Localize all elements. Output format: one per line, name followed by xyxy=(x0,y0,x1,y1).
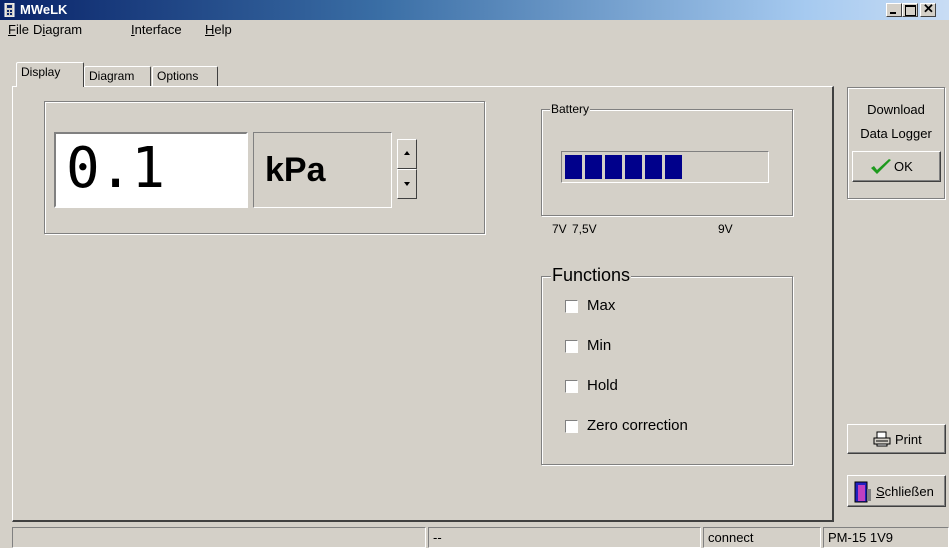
menu-bar: File Diagram Interface Help xyxy=(0,20,949,40)
window-title: MWeLK xyxy=(20,2,68,17)
print-button[interactable]: Print xyxy=(847,424,946,454)
battery-segment xyxy=(585,155,602,179)
tab-diagram[interactable]: Diagram xyxy=(84,66,151,86)
functions-group-label: Functions xyxy=(551,264,632,286)
checkbox-max-label[interactable]: Max xyxy=(587,297,615,314)
tab-label: Display xyxy=(21,65,61,79)
battery-group-label: Battery xyxy=(550,102,591,116)
menu-diagram[interactable]: Diagram xyxy=(33,22,82,37)
checkbox-zero-correction-label[interactable]: Zero correction xyxy=(587,417,688,434)
checkmark-icon xyxy=(871,159,891,174)
checkbox-zero-correction[interactable] xyxy=(565,420,578,433)
unit-label: kPa xyxy=(265,151,326,189)
status-device: PM-15 1V9 xyxy=(823,527,949,548)
battery-tick-label: 7V xyxy=(552,222,567,236)
app-icon[interactable] xyxy=(3,3,16,17)
status-field-1 xyxy=(12,527,426,548)
download-label: Download xyxy=(867,102,925,117)
checkbox-max[interactable] xyxy=(565,300,578,313)
status-connection: connect xyxy=(703,527,821,548)
menu-interface[interactable]: Interface xyxy=(131,22,182,37)
maximize-button[interactable] xyxy=(902,3,918,17)
title-bar[interactable]: MWeLK ✕ xyxy=(0,0,949,20)
unit-down-button[interactable] xyxy=(397,169,417,199)
battery-tick-label: 9V xyxy=(718,222,733,236)
tab-display[interactable]: Display xyxy=(16,62,84,87)
minimize-button[interactable] xyxy=(886,3,902,17)
arrow-down-icon xyxy=(404,182,410,186)
close-icon: ✕ xyxy=(923,1,934,16)
battery-segment xyxy=(565,155,582,179)
ok-button[interactable]: OK xyxy=(852,151,941,182)
battery-segment xyxy=(645,155,662,179)
arrow-up-icon xyxy=(404,151,410,155)
door-exit-icon xyxy=(854,481,871,503)
unit-up-button[interactable] xyxy=(397,139,417,169)
battery-level-bar xyxy=(561,151,769,183)
minimize-icon xyxy=(890,12,896,14)
measurement-value: 0.1 xyxy=(66,136,165,201)
printer-icon xyxy=(873,431,891,447)
battery-segment xyxy=(625,155,642,179)
functions-group xyxy=(541,276,793,465)
close-window-button[interactable]: ✕ xyxy=(920,1,936,17)
print-label: Print xyxy=(895,432,922,447)
tab-label: Diagram xyxy=(89,69,135,83)
checkbox-hold[interactable] xyxy=(565,380,578,393)
tab-options[interactable]: Options xyxy=(152,66,218,86)
measurement-display: 0.1 xyxy=(54,132,248,208)
close-app-button[interactable]: Schließen xyxy=(847,475,946,507)
menu-help[interactable]: Help xyxy=(205,22,232,37)
battery-segment xyxy=(665,155,682,179)
ok-label: OK xyxy=(894,159,913,174)
menu-file[interactable]: File xyxy=(8,22,29,37)
checkbox-min[interactable] xyxy=(565,340,578,353)
close-app-label: Schließen xyxy=(876,484,934,499)
unit-display: kPa xyxy=(253,132,392,208)
data-logger-label: Data Logger xyxy=(860,126,932,141)
status-field-2: -- xyxy=(428,527,701,548)
tab-label: Options xyxy=(157,69,199,83)
maximize-icon xyxy=(905,5,916,16)
checkbox-min-label[interactable]: Min xyxy=(587,337,611,354)
checkbox-hold-label[interactable]: Hold xyxy=(587,377,618,394)
battery-tick-label: 7,5V xyxy=(572,222,597,236)
battery-segment xyxy=(605,155,622,179)
